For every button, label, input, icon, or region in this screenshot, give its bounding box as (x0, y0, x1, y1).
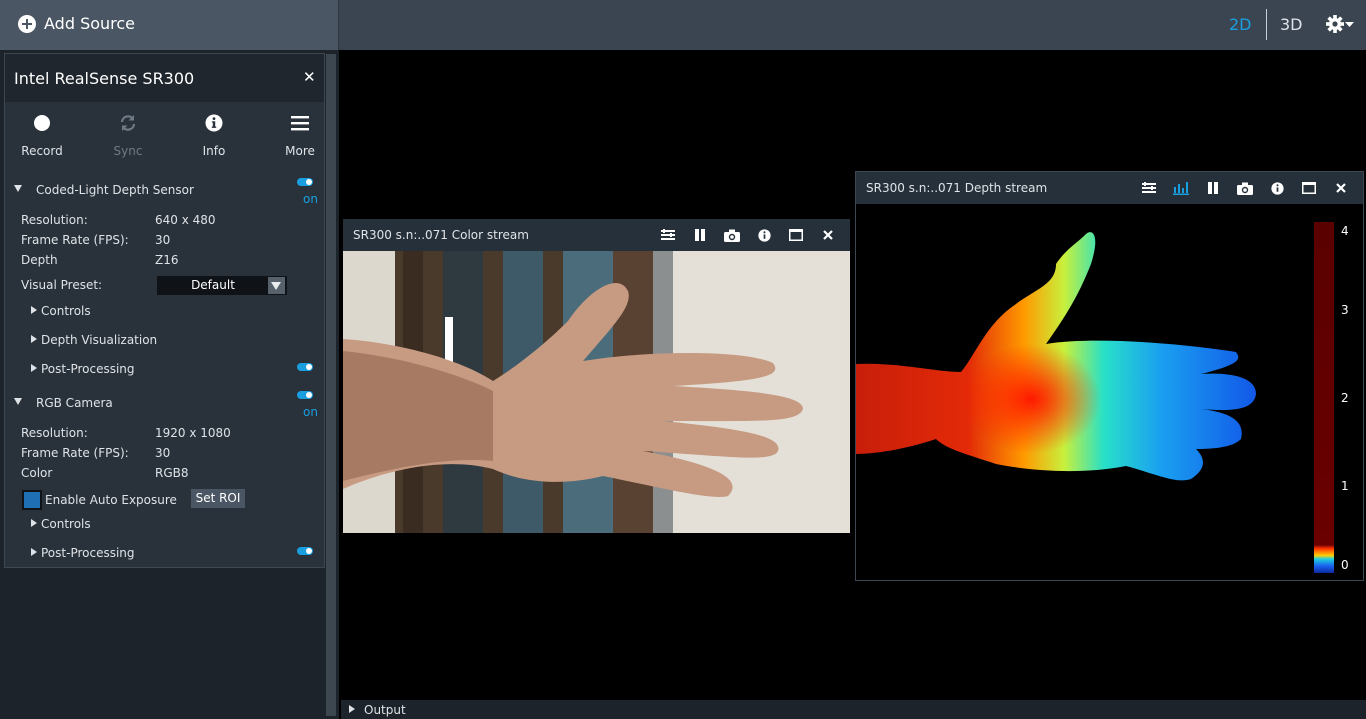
expand-icon[interactable] (31, 306, 37, 314)
rgb-post-processing-item[interactable]: Post-Processing (41, 546, 135, 560)
depth-format-label: Depth (21, 253, 58, 267)
color-stream-titlebar: SR300 s.n:..071 Color stream (343, 219, 850, 251)
info-label: Info (202, 144, 226, 158)
depth-stream-title: SR300 s.n:..071 Depth stream (866, 181, 1048, 195)
top-bar: Add Source 2D 3D (0, 0, 1366, 50)
expand-icon[interactable] (31, 519, 37, 527)
record-label: Record (21, 144, 63, 158)
more-label: More (285, 144, 315, 158)
legend-tick-2: 2 (1341, 391, 1349, 405)
output-bar[interactable]: Output (341, 700, 1366, 719)
camera-snapshot-icon[interactable] (1229, 172, 1261, 204)
camera-snapshot-icon[interactable] (716, 219, 748, 251)
depth-stream-window: SR300 s.n:..071 Depth stream 4 3 2 1 0 (855, 171, 1364, 581)
depth-colorbar (1314, 222, 1334, 573)
info-button[interactable]: Info (179, 108, 249, 158)
color-stream-window: SR300 s.n:..071 Color stream (343, 219, 850, 533)
depth-fps-value: 30 (155, 233, 171, 247)
depth-sensor-toggle[interactable] (297, 178, 313, 186)
depth-post-processing-item[interactable]: Post-Processing (41, 362, 135, 376)
rgb-camera-title[interactable]: RGB Camera (36, 396, 113, 410)
device-name: Intel RealSense SR300 (14, 69, 195, 88)
depth-controls-item[interactable]: Controls (41, 304, 91, 318)
pause-icon[interactable] (1197, 172, 1229, 204)
expand-icon[interactable] (31, 548, 37, 556)
rgb-resolution-value: 1920 x 1080 (155, 426, 231, 440)
add-source-label: Add Source (44, 14, 136, 33)
expand-icon[interactable] (31, 335, 37, 343)
maximize-icon[interactable] (1293, 172, 1325, 204)
chevron-down-icon[interactable] (268, 277, 285, 294)
histogram-icon[interactable] (1165, 172, 1197, 204)
depth-fps-label: Frame Rate (FPS): (21, 233, 129, 247)
depth-post-processing-toggle[interactable] (297, 363, 313, 371)
add-icon (18, 15, 36, 33)
depth-sensor-title[interactable]: Coded-Light Depth Sensor (36, 183, 194, 197)
stream-info-list-icon[interactable] (652, 219, 684, 251)
output-label: Output (364, 703, 406, 717)
expand-output-icon[interactable] (349, 705, 355, 713)
view-3d-button[interactable]: 3D (1280, 15, 1303, 34)
depth-resolution-label: Resolution: (21, 213, 88, 227)
rgb-fps-value: 30 (155, 446, 171, 460)
rgb-format-label: Color (21, 466, 53, 480)
rgb-controls-item[interactable]: Controls (41, 517, 91, 531)
menu-icon (291, 116, 309, 131)
collapse-depth-icon[interactable] (14, 185, 22, 192)
record-icon (34, 115, 50, 131)
settings-gear-icon[interactable] (1326, 14, 1354, 34)
rgb-camera-toggle[interactable] (297, 391, 313, 399)
rgb-format-value: RGB8 (155, 466, 189, 480)
visual-preset-select[interactable]: Default (157, 276, 287, 295)
depth-stream-image (856, 222, 1334, 573)
depth-resolution-value: 640 x 480 (155, 213, 216, 227)
depth-sensor-on-label: on (303, 192, 318, 206)
sync-label: Sync (113, 144, 143, 158)
depth-format-value: Z16 (155, 253, 179, 267)
close-device-icon[interactable]: ✕ (303, 68, 316, 86)
maximize-icon[interactable] (780, 219, 812, 251)
info-icon[interactable] (1261, 172, 1293, 204)
rgb-resolution-label: Resolution: (21, 426, 88, 440)
collapse-rgb-icon[interactable] (14, 398, 22, 405)
legend-tick-1: 1 (1341, 479, 1349, 493)
add-source-button[interactable]: Add Source (0, 0, 339, 50)
auto-exposure-label: Enable Auto Exposure (45, 493, 177, 507)
stream-info-list-icon[interactable] (1133, 172, 1165, 204)
legend-tick-4: 4 (1341, 224, 1349, 238)
device-header: Intel RealSense SR300 ✕ (5, 54, 324, 102)
color-stream-title: SR300 s.n:..071 Color stream (353, 228, 529, 242)
set-roi-button[interactable]: Set ROI (191, 489, 245, 508)
pause-icon[interactable] (684, 219, 716, 251)
rgb-post-processing-toggle[interactable] (297, 547, 313, 555)
sync-icon (120, 115, 136, 131)
depth-visualization-item[interactable]: Depth Visualization (41, 333, 157, 347)
rgb-camera-on-label: on (303, 405, 318, 419)
visual-preset-value: Default (191, 278, 235, 292)
expand-icon[interactable] (31, 364, 37, 372)
view-2d-button[interactable]: 2D (1229, 15, 1252, 34)
visual-preset-label: Visual Preset: (21, 278, 103, 292)
legend-tick-3: 3 (1341, 303, 1349, 317)
rgb-fps-label: Frame Rate (FPS): (21, 446, 129, 460)
sync-button[interactable]: Sync (93, 108, 163, 158)
auto-exposure-checkbox[interactable] (22, 490, 42, 510)
close-icon[interactable] (812, 219, 844, 251)
info-icon[interactable] (748, 219, 780, 251)
info-icon (205, 114, 223, 132)
record-button[interactable]: Record (7, 108, 77, 158)
depth-stream-titlebar: SR300 s.n:..071 Depth stream (856, 172, 1363, 204)
color-stream-image (343, 251, 850, 533)
view-separator (1266, 9, 1267, 40)
more-button[interactable]: More (265, 108, 335, 158)
device-panel: Intel RealSense SR300 ✕ Record Sync Info (4, 53, 325, 568)
close-icon[interactable] (1325, 172, 1357, 204)
legend-tick-0: 0 (1341, 558, 1349, 572)
